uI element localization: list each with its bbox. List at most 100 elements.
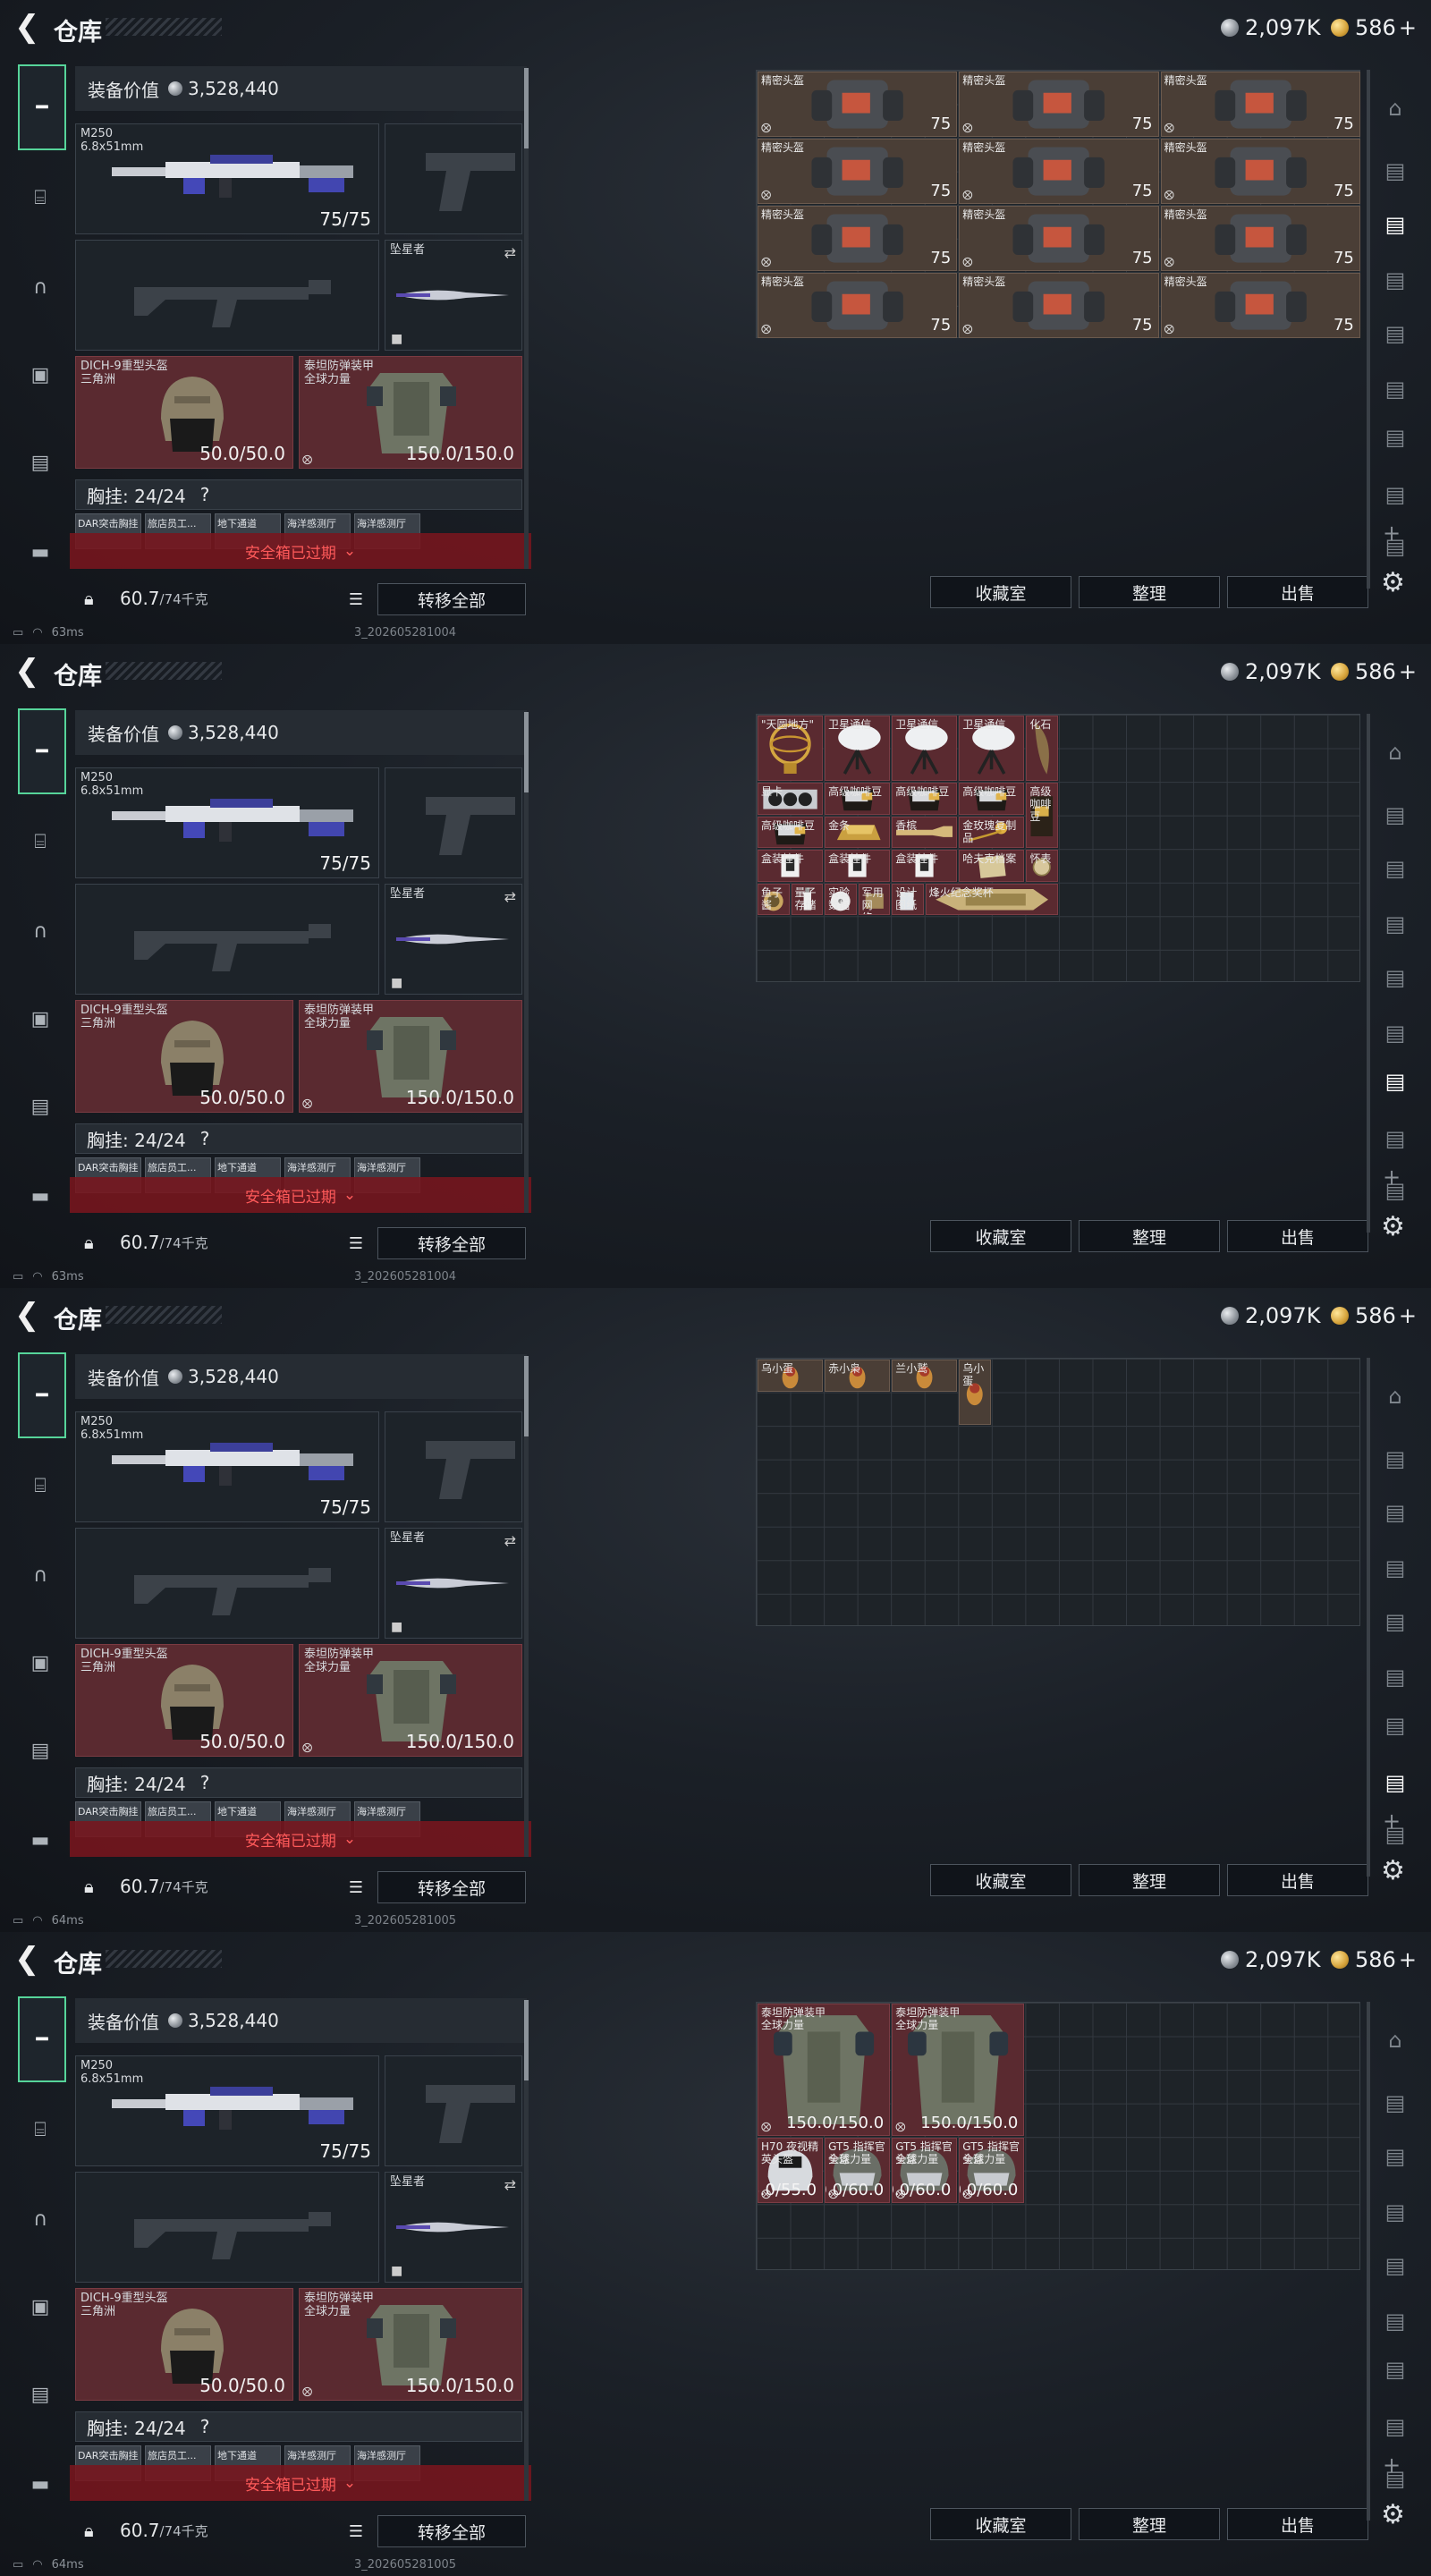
storage-item[interactable]: 精密头盔 ⨂ 75: [1160, 273, 1360, 339]
storage-item[interactable]: 精密头盔 ⨂ 75: [758, 72, 958, 138]
storage-page-icon[interactable]: ▤: [1377, 800, 1413, 830]
secondary-weapon-slot[interactable]: [75, 240, 379, 351]
storage-page-icon[interactable]: ▤: [1377, 1123, 1413, 1154]
chest-rig-row[interactable]: 胸挂: 24/24 ?: [75, 1123, 522, 1154]
add-gold-icon[interactable]: +: [1399, 1947, 1417, 1972]
backpack-tab[interactable]: ▣: [18, 2284, 63, 2329]
back-arrow-icon[interactable]: ❮: [14, 656, 41, 689]
storage-page-icon[interactable]: ▤: [1377, 1066, 1413, 1097]
safe-box-expired-banner[interactable]: 安全箱已过期 ⌄: [70, 1821, 531, 1857]
list-icon[interactable]: ☰: [342, 585, 370, 614]
storage-item[interactable]: 精密头盔 ⨂ 75: [1160, 72, 1360, 138]
storage-item[interactable]: 金玫瑰复制品: [959, 816, 1025, 849]
back-arrow-icon[interactable]: ❮: [14, 1944, 41, 1977]
backpack-tab[interactable]: ▣: [18, 996, 63, 1041]
storage-item[interactable]: 香槟: [892, 816, 958, 849]
storage-item[interactable]: GT5 指挥官头盔全球力量⨂60.0/60.0: [892, 2138, 958, 2204]
secondary-weapon-slot[interactable]: [75, 2172, 379, 2283]
storage-item[interactable]: 精密头盔 ⨂ 75: [959, 206, 1159, 272]
home-storage-icon[interactable]: ⌂: [1377, 93, 1413, 123]
case-tab[interactable]: ▤: [18, 1728, 63, 1773]
storage-page-icon[interactable]: ▤: [1377, 2141, 1413, 2172]
toolbox-tab[interactable]: ▬: [18, 2462, 63, 2506]
storage-page-icon[interactable]: ▤: [1377, 1444, 1413, 1474]
add-page-icon[interactable]: +: [1383, 2453, 1401, 2478]
storage-item[interactable]: 卫星通信: [892, 716, 958, 782]
armor-slot[interactable]: 泰坦防弹装甲 全球力量 ⨂ 150.0/150.0: [299, 1644, 522, 1757]
list-icon[interactable]: ☰: [342, 1873, 370, 1902]
sort-button[interactable]: 整理: [1079, 2508, 1220, 2540]
secondary-weapon-slot[interactable]: [75, 1528, 379, 1639]
storage-page-icon[interactable]: ▤: [1377, 909, 1413, 939]
toolbox-tab[interactable]: ▬: [18, 530, 63, 574]
help-icon[interactable]: ?: [200, 1128, 210, 1149]
home-storage-icon[interactable]: ⌂: [1377, 1381, 1413, 1411]
armor-tab[interactable]: ⌸: [18, 2107, 63, 2152]
storage-grid[interactable]: 泰坦防弹装甲 全球力量 ⨂ 150.0/150.0 泰坦防弹装甲 全球力量 ⨂ 150.0/1…: [756, 2002, 1360, 2270]
storage-page-icon[interactable]: ▤: [1377, 1710, 1413, 1741]
gear-icon[interactable]: ⚙: [1381, 1855, 1405, 1886]
pistol-slot[interactable]: [385, 767, 522, 878]
transfer-all-button[interactable]: 转移全部: [377, 2515, 526, 2547]
secondary-weapon-slot[interactable]: [75, 884, 379, 995]
swap-icon[interactable]: ⇄: [504, 244, 516, 261]
storage-page-icon[interactable]: ▤: [1377, 2250, 1413, 2281]
swap-icon[interactable]: ⇄: [504, 1532, 516, 1549]
melee-slot[interactable]: 坠星者 ⇄ ■: [385, 240, 522, 351]
help-icon[interactable]: ?: [200, 484, 210, 505]
safe-box-expired-banner[interactable]: 安全箱已过期 ⌄: [70, 2465, 531, 2501]
transfer-all-button[interactable]: 转移全部: [377, 583, 526, 615]
storage-page-icon[interactable]: ▤: [1377, 422, 1413, 453]
add-page-icon[interactable]: +: [1383, 1809, 1401, 1834]
storage-item[interactable]: 卫星通信: [959, 716, 1025, 782]
storage-item[interactable]: GT5 指挥官头盔全球力量⨂60.0/60.0: [959, 2138, 1025, 2204]
helmet-tab[interactable]: ∩: [18, 2197, 63, 2241]
storage-page-icon[interactable]: ▤: [1377, 479, 1413, 510]
storage-grid[interactable]: "天圆地方" 卫星通信 卫星通信 卫星通信 化石 显卡 高级咖啡豆 高级咖啡豆 高级咖啡豆 高级咖…: [756, 714, 1360, 982]
storage-item[interactable]: 精密头盔 ⨂ 75: [1160, 139, 1360, 205]
sort-button[interactable]: 整理: [1079, 576, 1220, 608]
storage-item[interactable]: 军用网络...: [858, 883, 891, 916]
sort-button[interactable]: 整理: [1079, 1220, 1220, 1252]
helmet-slot[interactable]: DICH-9重型头盔 三角洲 50.0/50.0: [75, 1644, 293, 1757]
armor-slot[interactable]: 泰坦防弹装甲 全球力量 ⨂ 150.0/150.0: [299, 2288, 522, 2401]
add-gold-icon[interactable]: +: [1399, 1303, 1417, 1328]
gold-currency[interactable]: 586 +: [1331, 1945, 1417, 1975]
gear-icon[interactable]: ⚙: [1381, 567, 1405, 598]
back-arrow-icon[interactable]: ❮: [14, 12, 41, 45]
pistol-slot[interactable]: [385, 1411, 522, 1522]
safe-box-expired-banner[interactable]: 安全箱已过期 ⌄: [70, 1177, 531, 1213]
swap-icon[interactable]: ⇄: [504, 888, 516, 905]
storage-page-icon[interactable]: ▤: [1377, 374, 1413, 404]
add-page-icon[interactable]: +: [1383, 521, 1401, 546]
sell-button[interactable]: 出售: [1227, 1864, 1368, 1896]
weapon-tab[interactable]: ━: [18, 1996, 66, 2082]
storage-item[interactable]: 乌小蛋: [959, 1360, 991, 1426]
sell-button[interactable]: 出售: [1227, 2508, 1368, 2540]
storage-item[interactable]: 哈夫克档案: [959, 850, 1025, 882]
storage-item[interactable]: 精密头盔 ⨂ 75: [758, 273, 958, 339]
storage-page-icon[interactable]: ▤: [1377, 1018, 1413, 1048]
sell-button[interactable]: 出售: [1227, 1220, 1368, 1252]
storage-item[interactable]: 兰小鹫: [892, 1360, 958, 1392]
storage-item[interactable]: 泰坦防弹装甲 全球力量 ⨂ 150.0/150.0: [758, 2004, 891, 2137]
storage-item[interactable]: 乌小蛋: [758, 1360, 824, 1392]
storage-grid[interactable]: 乌小蛋 赤小枭 兰小鹫 乌小蛋: [756, 1358, 1360, 1626]
help-icon[interactable]: ?: [200, 2416, 210, 2437]
primary-weapon-slot[interactable]: M250 6.8x51mm 75/75: [75, 1411, 379, 1522]
storage-item[interactable]: 化石: [1026, 716, 1058, 782]
storage-item[interactable]: "天圆地方": [758, 716, 824, 782]
list-icon[interactable]: ☰: [342, 2517, 370, 2546]
collection-room-button[interactable]: 收藏室: [930, 2508, 1071, 2540]
helmet-tab[interactable]: ∩: [18, 265, 63, 309]
storage-page-icon[interactable]: ▤: [1377, 2197, 1413, 2227]
melee-slot[interactable]: 坠星者 ⇄ ■: [385, 884, 522, 995]
weapon-tab[interactable]: ━: [18, 708, 66, 794]
toolbox-tab[interactable]: ▬: [18, 1818, 63, 1862]
armor-tab[interactable]: ⌸: [18, 175, 63, 220]
armor-slot[interactable]: 泰坦防弹装甲 全球力量 ⨂ 150.0/150.0: [299, 356, 522, 469]
storage-item[interactable]: 高级咖啡豆: [892, 783, 958, 815]
add-gold-icon[interactable]: +: [1399, 659, 1417, 684]
armor-tab[interactable]: ⌸: [18, 1463, 63, 1508]
helmet-slot[interactable]: DICH-9重型头盔 三角洲 50.0/50.0: [75, 2288, 293, 2401]
